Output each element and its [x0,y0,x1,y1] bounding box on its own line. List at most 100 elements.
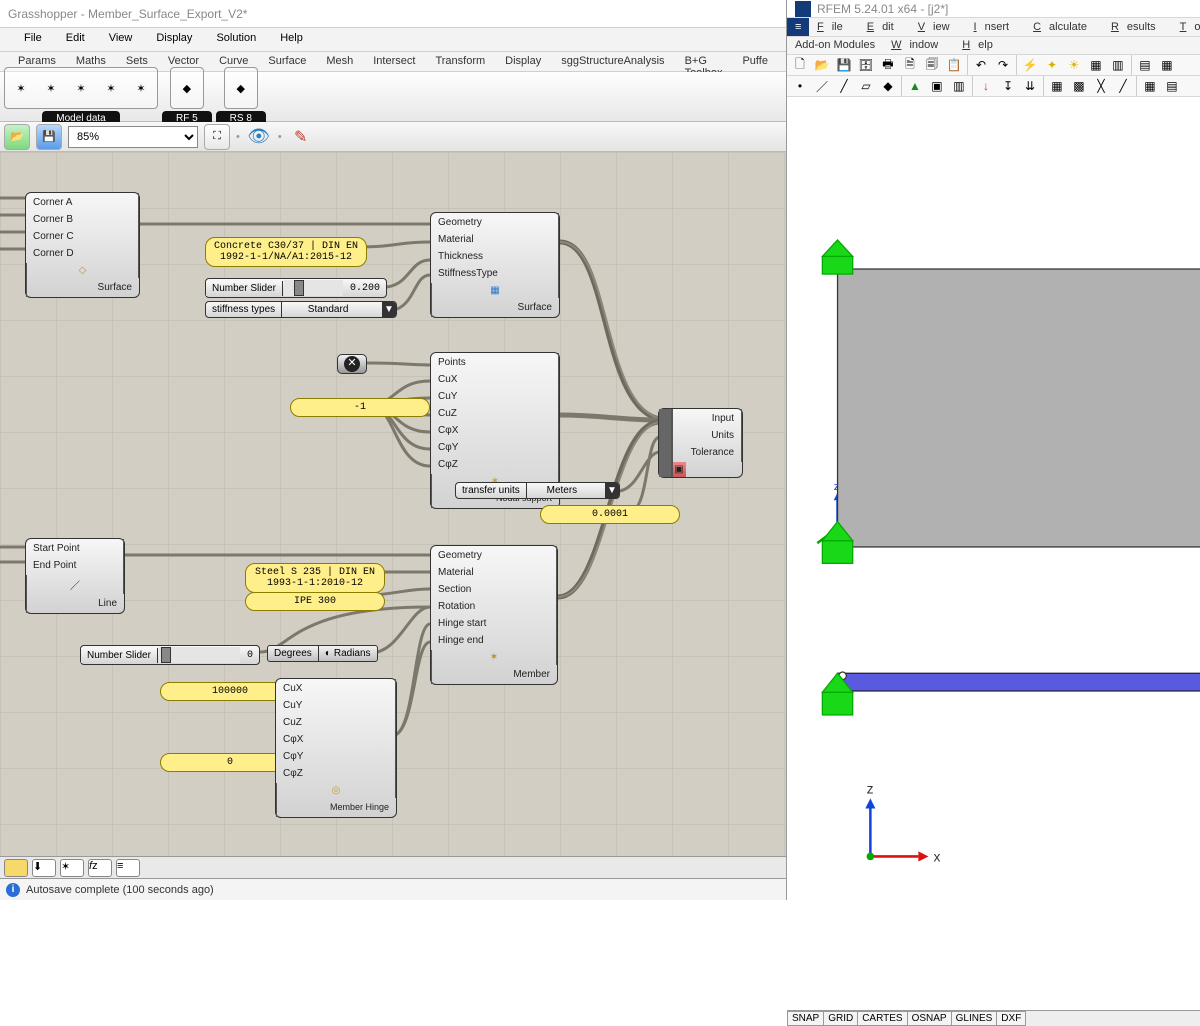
port-thickness[interactable]: Thickness [432,248,557,265]
port-hcuy[interactable]: CuY [277,697,394,714]
port-surface[interactable]: Surface [28,279,138,296]
tb-sun-icon[interactable]: ☀ [1064,55,1084,75]
port-hcuz[interactable]: CuZ [277,714,394,731]
slider-rotation[interactable]: Number Slider 0 [80,645,260,665]
ribbon-icon-rs8[interactable]: ◆ [227,70,255,106]
tb-end-icon[interactable]: ▥ [1108,55,1128,75]
btm-icon-3[interactable]: ✶ [60,859,84,877]
tb-save-icon[interactable]: 💾 [834,55,854,75]
tb2-j-icon[interactable]: ▦ [1140,76,1160,96]
tb-redo-icon[interactable]: ↷ [993,55,1013,75]
port-hcphix[interactable]: CφX [277,731,394,748]
tb2-k-icon[interactable]: ▤ [1162,76,1182,96]
rf-model-viewport[interactable]: xz [787,97,1200,1010]
port-mmaterial[interactable]: Material [432,564,555,581]
tb2-e-icon[interactable]: ⇊ [1020,76,1040,96]
comp-member-hinge[interactable]: CuX CuY CuZ CφX CφY CφZ ◎ Member Hinge [275,678,397,818]
gh-tab-mesh[interactable]: Mesh [316,52,363,71]
open-file-button[interactable]: 📂 [4,124,30,150]
port-cuz[interactable]: CuZ [432,405,557,422]
gh-tab-intersect[interactable]: Intersect [363,52,425,71]
tb-copy-icon[interactable]: 🗐 [922,55,942,75]
gh-tab-transform[interactable]: Transform [425,52,495,71]
port-endpoint[interactable]: End Point [27,557,122,574]
ribbon-icon-1[interactable]: ✶ [7,70,35,106]
tb-grid2-icon[interactable]: ▦ [1157,55,1177,75]
sketch-button[interactable]: ✎ [288,124,314,150]
rf-menu-results[interactable]: Results [1103,18,1172,36]
ribbon-icon-4[interactable]: ✶ [97,70,125,106]
port-startpoint[interactable]: Start Point [27,540,122,557]
port-geometry[interactable]: Geometry [432,214,557,231]
tb2-f-icon[interactable]: ▦ [1047,76,1067,96]
tb2-c-icon[interactable]: ▥ [949,76,969,96]
tb-open-icon[interactable]: 📂 [812,55,832,75]
tb-lightning-icon[interactable]: ⚡ [1020,55,1040,75]
port-hcphiz[interactable]: CφZ [277,765,394,782]
gh-tab-display[interactable]: Display [495,52,551,71]
cartes-toggle[interactable]: CARTES [857,1011,907,1026]
btm-icon-2[interactable]: ⬇ [32,859,56,877]
btm-icon-4[interactable]: fz [88,859,112,877]
tb-print-icon[interactable]: 🖶 [878,55,898,75]
toggle-angle-units[interactable]: Degrees ◐ Radians [267,645,378,662]
port-mhingestart[interactable]: Hinge start [432,615,555,632]
tb2-member-icon[interactable]: ╱ [834,76,854,96]
panel-ipe[interactable]: IPE 300 [245,592,385,611]
tb2-a-icon[interactable]: ◆ [878,76,898,96]
comp-export[interactable]: Input Units Tolerance ▣ [658,408,743,478]
port-hinge-out[interactable]: Member Hinge [278,799,395,816]
port-corner-b[interactable]: Corner B [27,211,137,228]
gh-tab-sgg[interactable]: sggStructureAnalysis [551,52,674,71]
port-corner-d[interactable]: Corner D [27,245,137,262]
panel-minus1[interactable]: -1 [290,398,430,417]
btm-icon-1[interactable] [4,859,28,877]
rf-menu-edit[interactable]: Edit [859,18,910,36]
port-cphiy[interactable]: CφY [432,439,557,456]
valuelist-stiffness[interactable]: stiffness types Standard ▼ [205,301,397,318]
tb2-load-icon[interactable]: ↓ [976,76,996,96]
tb2-h-icon[interactable]: ╳ [1091,76,1111,96]
port-member-out[interactable]: Member [433,666,556,683]
preview-button[interactable]: 👁 [246,124,272,150]
zoom-extents-button[interactable]: ⛶ [204,124,230,150]
gh-menu-help[interactable]: Help [268,28,315,51]
gh-menu-file[interactable]: File [12,28,54,51]
rf-menu-window[interactable]: Window [883,37,954,54]
tb-saveall-icon[interactable]: 🗄 [856,55,876,75]
port-stiffnesstype[interactable]: StiffnessType [432,265,557,282]
rf-app-icon[interactable]: ≡ [787,18,809,36]
port-units[interactable]: Units [674,427,741,444]
rf-menu-file[interactable]: File [809,18,859,36]
comp-member[interactable]: Geometry Material Section Rotation Hinge… [430,545,558,685]
port-cphix[interactable]: CφX [432,422,557,439]
tb-grid1-icon[interactable]: ▤ [1135,55,1155,75]
gh-menu-display[interactable]: Display [144,28,204,51]
port-corner-c[interactable]: Corner C [27,228,137,245]
dropdown-arrow-icon[interactable]: ▼ [605,483,619,498]
tb2-surf-icon[interactable]: ▱ [856,76,876,96]
port-input[interactable]: Input [674,410,741,427]
tb2-support-icon[interactable]: ▲ [905,76,925,96]
gh-menu-view[interactable]: View [97,28,145,51]
tb-star-icon[interactable]: ✦ [1042,55,1062,75]
port-material[interactable]: Material [432,231,557,248]
tb-new-icon[interactable]: 🗋 [790,55,810,75]
rf-menu-calculate[interactable]: Calculate [1025,18,1103,36]
port-hcux[interactable]: CuX [277,680,394,697]
ribbon-icon-2[interactable]: ✶ [37,70,65,106]
dropdown-arrow-icon[interactable]: ▼ [382,302,396,317]
port-cux[interactable]: CuX [432,371,557,388]
port-surface-out[interactable]: Surface [433,299,558,316]
ribbon-icon-3[interactable]: ✶ [67,70,95,106]
port-mgeometry[interactable]: Geometry [432,547,555,564]
port-cuy[interactable]: CuY [432,388,557,405]
panel-tolerance[interactable]: 0.0001 [540,505,680,524]
tb-undo-icon[interactable]: ↶ [971,55,991,75]
rf-menu-tools[interactable]: Tools [1172,18,1200,36]
port-tolerance[interactable]: Tolerance [674,444,741,461]
port-mrotation[interactable]: Rotation [432,598,555,615]
tb-paste-icon[interactable]: 📋 [944,55,964,75]
panel-concrete[interactable]: Concrete C30/37 | DIN EN 1992-1-1/NA/A1:… [205,237,367,267]
radians-icon[interactable]: ◐ Radians [318,646,377,661]
